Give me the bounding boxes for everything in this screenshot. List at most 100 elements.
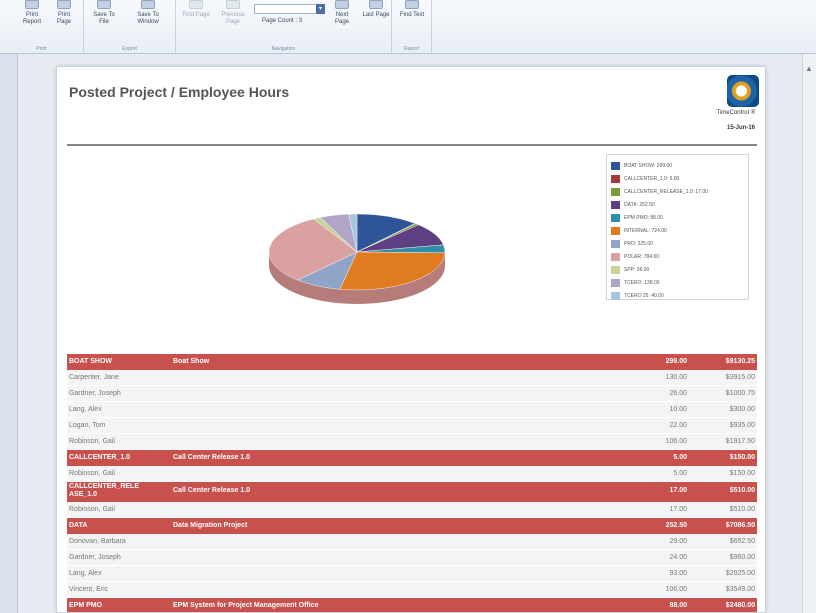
last-page-button[interactable]: Last Page [362,0,390,40]
brand-label: TimeControl ® [716,110,755,116]
print-page-button[interactable]: Print Page [50,0,78,40]
page-count-label: Page Count : 3 [262,18,303,24]
legend-label: CALLCENTER_RELEASE_1.0: 17.00 [624,188,708,195]
legend-label: DATA: 252.50 [624,201,655,208]
print-report-button[interactable]: Print Report [18,0,46,40]
legend-item: PRO: 225.00 [607,237,748,250]
legend-swatch [611,265,620,274]
legend-item: CALLCENTER_RELEASE_1.0: 17.00 [607,185,748,198]
hours-value: 22.00 [669,422,687,429]
employee-name: Lang, Alex [69,406,102,413]
next-page-icon [335,0,349,9]
hours-value: 106.00 [665,586,687,593]
legend-label: EPM PMO: 88.00 [624,214,663,221]
legend-swatch [611,252,620,261]
project-code: BOAT SHOW [69,358,113,365]
ribbon-group-caption: Report [403,46,419,52]
amount-value: $1000.75 [725,390,755,397]
project-name: EPM System for Project Management Office [173,602,319,609]
employee-row: Gardner, Joseph 24.00 $960.00 [67,550,757,566]
legend-item: POLAR: 784.00 [607,250,748,263]
report-date: 15-Jun-16 [726,125,755,131]
page-number-input[interactable] [254,4,324,14]
amount-value: $9130.25 [725,358,755,365]
legend-item: TCERO: 138.00 [607,276,748,289]
window-icon [141,0,155,9]
binoculars-icon [405,0,419,9]
legend-item: BOAT SHOW: 299.00 [607,159,748,172]
project-row: EPM PMO EPM System for Project Management… [67,598,757,612]
hours-value: 17.00 [669,487,687,494]
employee-name: Robinson, Gail [69,470,115,477]
project-name: Call Center Release 1.0 [173,487,251,494]
legend-item: EPM PMO: 88.00 [607,211,748,224]
legend-swatch [611,226,620,235]
ribbon-group-caption: Navigation [271,46,296,52]
legend-label: TCERO 25: 40.00 [624,292,664,299]
hours-value: 5.00 [673,454,687,461]
legend-swatch [611,239,620,248]
employee-row: Donovan, Barbara 29.00 $652.50 [67,534,757,550]
first-page-button[interactable]: First Page [182,0,210,40]
amount-value: $2480.00 [725,602,755,609]
project-code: DATA [69,522,88,529]
first-page-icon [189,0,203,9]
employee-row: Lang, Alex 10.00 $300.00 [67,402,757,418]
employee-name: Donovan, Barbara [69,538,126,545]
employee-name: Logan, Tom [69,422,106,429]
hours-value: 29.00 [669,538,687,545]
legend-item: INTERNAL: 724.00 [607,224,748,237]
legend-swatch [611,161,620,170]
legend-swatch [611,278,620,287]
hours-value: 130.00 [665,374,687,381]
pie-chart [268,213,446,304]
legend-item: SPP: 36.00 [607,263,748,276]
hours-value: 24.00 [669,554,687,561]
legend-swatch [611,200,620,209]
project-row: BOAT SHOW Boat Show 299.00 $9130.25 [67,354,757,370]
save-to-window-button[interactable]: Save To Window [130,0,166,40]
legend-item: TCERO 25: 40.00 [607,289,748,302]
legend-label: INTERNAL: 724.00 [624,227,667,234]
project-row: CALLCENTER_1.0 Call Center Release 1.0 5.0… [67,450,757,466]
hours-value: 106.00 [665,438,687,445]
page-dropdown-arrow[interactable]: ▾ [316,4,325,14]
legend-swatch [611,174,620,183]
scroll-up-arrow-icon[interactable]: ▲ [804,64,814,74]
amount-value: $1917.50 [725,438,755,445]
employee-name: Lang, Alex [69,570,102,577]
save-to-file-button[interactable]: Save To File [90,0,118,40]
employee-row: Lang, Alex 93.00 $2925.00 [67,566,757,582]
employee-name: Robinson, Gail [69,438,115,445]
employee-name: Gardner, Joseph [69,554,121,561]
project-code: EPM PMO [69,602,103,609]
employee-row: Logan, Tom 22.00 $935.00 [67,418,757,434]
find-text-button[interactable]: Find Text [398,0,426,40]
amount-value: $960.00 [729,554,755,561]
hours-value: 5.00 [673,470,687,477]
legend-label: PRO: 225.00 [624,240,653,247]
amount-value: $7086.50 [725,522,755,529]
amount-value: $935.00 [729,422,755,429]
vertical-scrollbar[interactable] [802,54,816,613]
project-code: CALLCENTER_RELE ASE_1.0 [69,483,140,498]
legend-item: CALLCENTER_1.0: 5.00 [607,172,748,185]
employee-row: Carpenter, Jane 130.00 $3915.00 [67,370,757,386]
employee-row: Gardner, Joseph 26.00 $1000.75 [67,386,757,402]
previous-page-button[interactable]: Previous Page [216,0,250,40]
amount-value: $2925.00 [725,570,755,577]
next-page-button[interactable]: Next Page [328,0,356,40]
legend-label: SPP: 36.00 [624,266,650,273]
employee-name: Gardner, Joseph [69,390,121,397]
legend-swatch [611,291,620,300]
employee-row: Robinson, Gail 106.00 $1917.50 [67,434,757,450]
legend-label: POLAR: 784.00 [624,253,660,260]
employee-name: Vincent, Eric [69,586,109,593]
legend-item: DATA: 252.50 [607,198,748,211]
hours-value: 93.00 [669,570,687,577]
hours-value: 26.00 [669,390,687,397]
amount-value: $3915.00 [725,374,755,381]
report-title: Posted Project / Employee Hours [69,84,290,100]
ribbon-group-caption: Export [122,46,137,52]
ribbon-group-export: Save To File Save To Window Export [84,0,176,54]
